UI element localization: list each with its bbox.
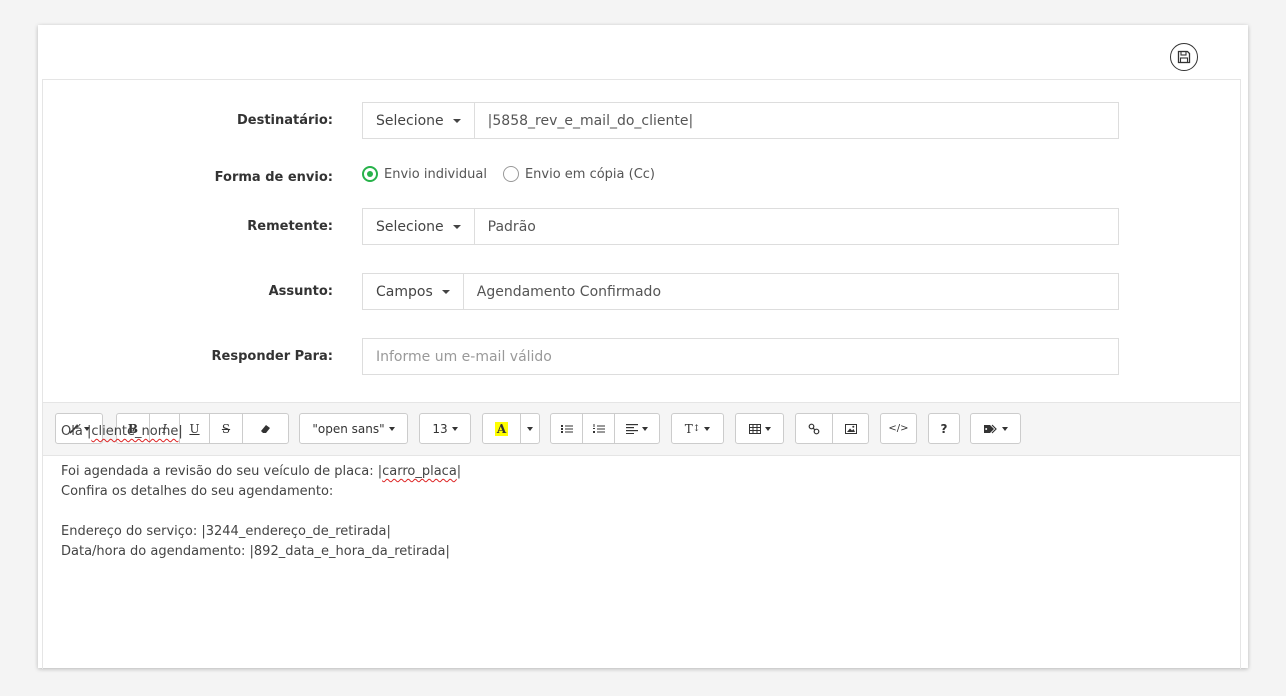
paragraph-group xyxy=(550,413,660,444)
responder-para-field[interactable]: Informe um e-mail válido xyxy=(363,339,1118,374)
radio-envio-individual-label: Envio individual xyxy=(384,166,487,182)
link-button[interactable] xyxy=(796,414,833,443)
line-height-icon: ↕ xyxy=(692,423,701,434)
destinatario-input-group: Selecione |5858_rev_e_mail_do_cliente| xyxy=(362,102,1119,139)
forma-envio-label: Forma de envio: xyxy=(214,170,333,185)
radio-envio-individual[interactable]: Envio individual xyxy=(362,166,487,182)
destinatario-dropdown[interactable]: Selecione xyxy=(363,103,475,138)
assunto-dropdown[interactable]: Campos xyxy=(363,274,464,309)
forma-envio-radio-group: Envio individual Envio em cópia (Cc) xyxy=(362,166,671,182)
image-icon xyxy=(844,423,857,434)
chevron-down-icon xyxy=(1001,426,1008,431)
save-icon xyxy=(1177,50,1191,64)
highlight-letter: A xyxy=(494,421,509,436)
body-line-2: Confira os detalhes do seu agendamento: xyxy=(61,484,334,499)
chevron-down-icon xyxy=(527,426,533,431)
color-dropdown-button[interactable] xyxy=(521,414,539,443)
assunto-field[interactable]: Agendamento Confirmado xyxy=(464,274,1118,309)
text-format-group: T ↕ xyxy=(671,413,724,444)
help-button[interactable]: ? xyxy=(929,414,959,443)
body-line-1-field: carro_placa xyxy=(382,464,457,479)
save-button[interactable] xyxy=(1170,43,1198,71)
table-dropdown[interactable] xyxy=(736,414,783,443)
remetente-dropdown[interactable]: Selecione xyxy=(363,209,475,244)
destinatario-dropdown-label: Selecione xyxy=(376,112,444,129)
link-icon xyxy=(808,423,820,434)
chevron-down-icon xyxy=(452,118,461,123)
assunto-label: Assunto: xyxy=(268,284,333,299)
chevron-down-icon xyxy=(642,426,648,431)
tags-dropdown[interactable] xyxy=(971,414,1020,443)
ordered-list-icon xyxy=(592,423,605,433)
body-line-3: Endereço do serviço: |3244_endereço_de_r… xyxy=(61,524,391,539)
unordered-list-icon xyxy=(560,424,573,433)
assunto-dropdown-label: Campos xyxy=(376,283,433,300)
responder-para-label: Responder Para: xyxy=(211,349,333,364)
radio-checked-icon xyxy=(362,166,378,182)
remetente-dropdown-label: Selecione xyxy=(376,218,444,235)
align-dropdown[interactable] xyxy=(615,414,659,443)
code-view-button[interactable]: </> xyxy=(881,414,916,443)
greeting-prefix: Olá | xyxy=(61,424,92,439)
text-format-dropdown[interactable]: T ↕ xyxy=(672,414,723,443)
body-line-4: Data/hora do agendamento: |892_data_e_ho… xyxy=(61,544,450,559)
tags-group xyxy=(970,413,1021,444)
chevron-down-icon xyxy=(441,289,450,294)
tag-icon xyxy=(983,424,997,433)
email-body-editor[interactable]: Olá |cliente_nome| Foi agendada a revisã… xyxy=(61,422,461,562)
remetente-input-group: Selecione Padrão xyxy=(362,208,1119,245)
highlight-color-button[interactable]: A xyxy=(483,414,521,443)
align-icon xyxy=(626,423,638,434)
destinatario-field[interactable]: |5858_rev_e_mail_do_cliente| xyxy=(475,103,1118,138)
greeting-field: cliente_nome xyxy=(91,424,179,439)
insert-group xyxy=(795,413,869,444)
chevron-down-icon xyxy=(452,224,461,229)
image-button[interactable] xyxy=(833,414,868,443)
destinatario-label: Destinatário: xyxy=(236,113,333,128)
code-view-icon: </> xyxy=(888,423,909,434)
remetente-field[interactable]: Padrão xyxy=(475,209,1118,244)
radio-envio-copia[interactable]: Envio em cópia (Cc) xyxy=(502,166,656,182)
responder-para-input-group: Informe um e-mail válido xyxy=(362,338,1119,375)
radio-envio-copia-label: Envio em cópia (Cc) xyxy=(524,166,656,182)
text-format-label: T xyxy=(684,421,693,436)
ordered-list-button[interactable] xyxy=(583,414,615,443)
color-group: A xyxy=(482,413,540,444)
radio-unchecked-icon xyxy=(502,166,519,182)
greeting-suffix: | xyxy=(178,424,183,439)
email-template-card: Destinatário: Selecione |5858_rev_e_mail… xyxy=(38,25,1248,669)
table-group xyxy=(735,413,784,444)
body-line-1-suffix: | xyxy=(456,464,462,479)
remetente-label: Remetente: xyxy=(247,219,333,234)
greeting-line: Olá |cliente_nome| xyxy=(61,422,461,442)
table-icon xyxy=(748,423,761,434)
body-line-1: Foi agendada a revisão do seu veículo de… xyxy=(61,462,461,482)
help-group: ? xyxy=(928,413,960,444)
unordered-list-button[interactable] xyxy=(551,414,583,443)
form-panel: Destinatário: Selecione |5858_rev_e_mail… xyxy=(42,79,1241,669)
code-view-group: </> xyxy=(880,413,917,444)
assunto-input-group: Campos Agendamento Confirmado xyxy=(362,273,1119,310)
chevron-down-icon xyxy=(764,426,771,431)
chevron-down-icon xyxy=(704,426,711,431)
body-line-1-prefix: Foi agendada a revisão do seu veículo de… xyxy=(61,464,383,479)
